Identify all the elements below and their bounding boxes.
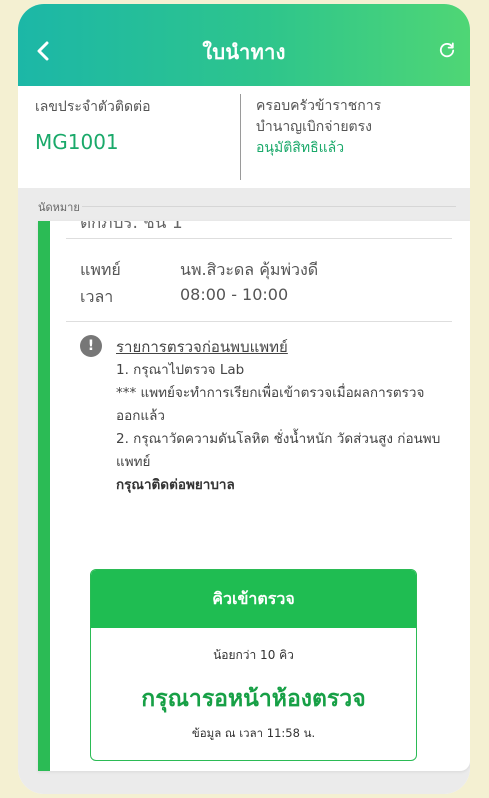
patient-info: เลขประจำตัวติดต่อ MG1001 ครอบครัวข้าราชก… [18, 86, 470, 188]
refresh-button[interactable] [434, 37, 460, 63]
coverage-block: ครอบครัวข้าราชการ บำนาญเบิกจ่ายตรง อนุมั… [256, 96, 466, 159]
queue-message: กรุณารอหน้าห้องตรวจ [141, 686, 366, 712]
preparation-title-link[interactable]: รายการตรวจก่อนพบแพทย์ [116, 336, 446, 359]
app-header: ใบนำทาง [18, 4, 470, 86]
doctor-row: แพทย์ นพ.สิวะดล คุ้มพ่วงดี [80, 258, 318, 283]
contact-id-label: เลขประจำตัวติดต่อ [35, 99, 151, 115]
coverage-line-2: บำนาญเบิกจ่ายตรง [256, 119, 372, 135]
preparation-contact: กรุณาติดต่อพยาบาล [116, 477, 235, 493]
queue-box: คิวเข้าตรวจ น้อยกว่า 10 คิว กรุณารอหน้าห… [90, 569, 417, 761]
appointment-section: นัดหมาย ตึกภปร. ชั้น 1 แพทย์ นพ.สิวะดล ค… [18, 188, 470, 794]
queue-header: คิวเข้าตรวจ [91, 570, 416, 628]
time-label: เวลา [80, 287, 114, 306]
card-divider [66, 321, 452, 322]
coverage-status: อนุมัติสิทธิแล้ว [256, 140, 345, 156]
queue-updated-time: ข้อมูล ณ เวลา 11:58 น. [191, 726, 316, 740]
refresh-icon [439, 42, 455, 58]
time-value: 08:00 - 10:00 [180, 285, 289, 304]
appointment-location: ตึกภปร. ชั้น 1 [80, 221, 183, 233]
time-row: เวลา 08:00 - 10:00 [80, 285, 288, 310]
coverage-line-1: ครอบครัวข้าราชการ [256, 98, 382, 114]
preparation-item: 1. กรุณาไปตรวจ Lab [116, 362, 245, 378]
section-label: นัดหมาย [38, 201, 80, 214]
preparation-note: *** แพทย์จะทำการเรียกเพื่อเข้าตรวจเมื่อผ… [116, 385, 425, 424]
preparation-item: 2. กรุณาวัดความดันโลหิต ชั่งน้ำหนัก วัดส… [116, 431, 441, 470]
phone-screen: ใบนำทาง เลขประจำตัวติดต่อ MG1001 ครอบครั… [18, 4, 470, 794]
doctor-value: นพ.สิวะดล คุ้มพ่วงดี [180, 260, 319, 279]
contact-id-block: เลขประจำตัวติดต่อ MG1001 [35, 96, 151, 154]
queue-count: น้อยกว่า 10 คิว [213, 648, 294, 662]
section-divider [82, 206, 456, 207]
appointment-card: ตึกภปร. ชั้น 1 แพทย์ นพ.สิวะดล คุ้มพ่วงด… [38, 221, 470, 771]
exclamation-circle-icon: ! [80, 335, 102, 357]
doctor-label: แพทย์ [80, 260, 121, 279]
info-divider [240, 94, 241, 180]
contact-id-value: MG1001 [35, 130, 119, 154]
page-title: ใบนำทาง [202, 40, 286, 64]
card-divider [66, 238, 452, 239]
preparation-list: รายการตรวจก่อนพบแพทย์ 1. กรุณาไปตรวจ Lab… [116, 336, 446, 497]
